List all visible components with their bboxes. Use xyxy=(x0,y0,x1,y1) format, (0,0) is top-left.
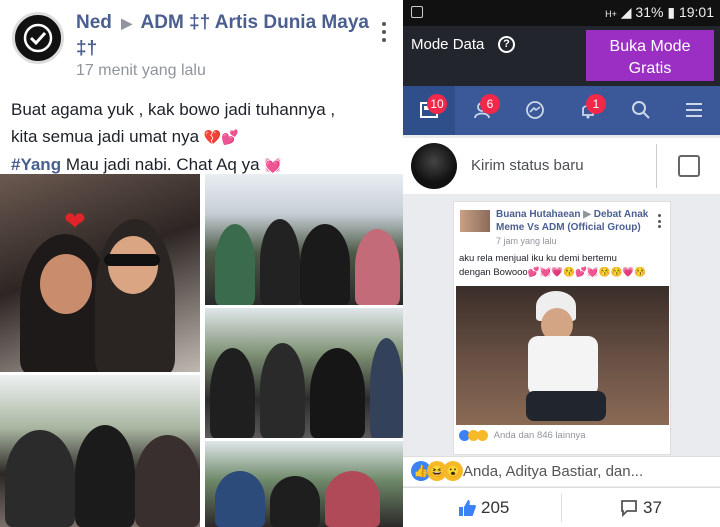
post-photo-4[interactable] xyxy=(0,375,200,527)
check-icon xyxy=(23,23,53,53)
free-mode-button[interactable]: Buka Mode Gratis xyxy=(586,30,714,81)
post-header: Ned ▶ ADM ‡† Artis Dunia Maya ‡† xyxy=(76,10,376,61)
post-group[interactable]: ADM ‡† Artis Dunia Maya ‡† xyxy=(76,12,369,59)
status-bar: H+ ◢ 31% ▮ 19:01 xyxy=(403,0,720,26)
wow-reaction-icon xyxy=(477,430,488,441)
reactions-text: Anda, Aditya Bastiar, dan... xyxy=(463,463,644,480)
friends-badge: 6 xyxy=(480,94,500,114)
shared-post-card: Buana Hutahaean ▶ Debat Anak Meme Vs ADM… xyxy=(453,201,671,455)
shared-text-line2-wrap: dengan Bowooo💕💓💗😚💕💓😚😚💗😚 xyxy=(459,266,667,280)
shared-post-text: aku rela menjual iku ku demi bertemu den… xyxy=(459,252,667,280)
share-arrow-icon: ▶ xyxy=(121,15,132,31)
composer-divider xyxy=(656,144,657,188)
more-options-icon[interactable] xyxy=(378,22,390,42)
reactions-row[interactable]: 👍 😆 😮 Anda, Aditya Bastiar, dan... xyxy=(403,456,720,486)
shared-reactions-text: Anda dan 846 lainnya xyxy=(493,430,586,442)
nav-menu[interactable] xyxy=(668,86,720,135)
shared-text-line2: dengan Bowooo xyxy=(459,267,528,278)
status-composer[interactable]: Kirim status baru xyxy=(403,138,720,194)
menu-icon xyxy=(686,103,702,117)
battery-level: 31% xyxy=(635,4,664,20)
post-photo-5[interactable] xyxy=(205,441,403,527)
notifications-badge: 1 xyxy=(586,94,606,114)
post-line-3-text: Mau jadi nabi. Chat Aq ya xyxy=(61,155,260,174)
shared-emoji-icon: 💕💓💗😚💕💓😚😚💗😚 xyxy=(527,267,646,278)
network-type: H+ xyxy=(605,9,617,19)
status-bar-right: H+ ◢ 31% ▮ 19:01 xyxy=(605,4,714,21)
share-arrow-icon: ▶ xyxy=(583,209,594,220)
nav-messenger[interactable] xyxy=(509,86,561,135)
screenshot-icon xyxy=(411,6,423,18)
shared-post-photo[interactable] xyxy=(456,286,669,425)
post-body: Buat agama yuk , kak bowo jadi tuhannya … xyxy=(11,96,396,179)
free-mode-button-line1: Buka Mode xyxy=(609,37,691,55)
post-line-1: Buat agama yuk , kak bowo jadi tuhannya … xyxy=(11,100,336,119)
shared-timestamp[interactable]: 7 jam yang lalu xyxy=(496,236,557,246)
shared-more-icon[interactable] xyxy=(658,214,662,228)
user-avatar[interactable] xyxy=(411,143,457,189)
shared-text-line1: aku rela menjual iku ku demi bertemu xyxy=(459,253,617,264)
comment-icon[interactable] xyxy=(619,498,639,518)
battery-icon: ▮ xyxy=(667,4,676,20)
post-line-2: kita semua jadi umat nya 💔💕 xyxy=(11,123,396,151)
post-line-2-text: kita semua jadi umat nya xyxy=(11,127,200,146)
comment-count[interactable]: 37 xyxy=(643,498,662,518)
like-count[interactable]: 205 xyxy=(481,498,509,518)
left-post-panel: Ned ▶ ADM ‡† Artis Dunia Maya ‡† 17 meni… xyxy=(0,0,403,527)
action-bar: 205 37 xyxy=(403,487,720,527)
composer-placeholder[interactable]: Kirim status baru xyxy=(471,157,584,174)
broken-heart-icon: 💔💕 xyxy=(203,129,239,145)
nav-friends[interactable]: 6 xyxy=(456,86,508,135)
thumbs-up-icon[interactable] xyxy=(457,498,477,518)
post-photo-2[interactable] xyxy=(205,174,403,305)
messenger-icon xyxy=(526,101,544,119)
post-author[interactable]: Ned xyxy=(76,12,112,33)
search-icon xyxy=(632,101,650,119)
photo-heart-icon: ❤ xyxy=(64,206,86,236)
nav-news-feed[interactable]: 10 xyxy=(403,86,455,135)
post-timestamp[interactable]: 17 menit yang lalu xyxy=(76,62,206,80)
hashtag-link[interactable]: #Yang xyxy=(11,155,61,174)
help-icon[interactable]: ? xyxy=(498,36,515,53)
shared-author[interactable]: Buana Hutahaean xyxy=(496,209,580,220)
nav-notifications[interactable]: 1 xyxy=(562,86,614,135)
post-photo-1[interactable] xyxy=(0,174,200,372)
author-avatar[interactable] xyxy=(12,12,64,64)
signal-icon: ◢ xyxy=(620,4,632,20)
free-mode-button-line2: Gratis xyxy=(628,59,672,77)
shared-post-header: Buana Hutahaean ▶ Debat Anak Meme Vs ADM… xyxy=(496,208,656,234)
nav-search[interactable] xyxy=(615,86,667,135)
news-feed-badge: 10 xyxy=(427,94,447,114)
facebook-app-screen: H+ ◢ 31% ▮ 19:01 Mode Data ? Buka Mode G… xyxy=(403,0,720,527)
action-divider xyxy=(561,494,562,522)
wow-reaction-icon: 😮 xyxy=(443,461,463,481)
top-nav-bar: 10 6 1 xyxy=(403,86,720,135)
data-mode-bar: Mode Data ? Buka Mode Gratis xyxy=(403,26,720,86)
clock: 19:01 xyxy=(678,4,714,20)
post-photo-3[interactable] xyxy=(205,308,403,438)
data-mode-label: Mode Data xyxy=(411,36,485,53)
shared-author-avatar[interactable] xyxy=(460,210,490,232)
photo-icon[interactable] xyxy=(678,155,700,177)
shared-reactions[interactable]: Anda dan 846 lainnya xyxy=(459,430,586,441)
